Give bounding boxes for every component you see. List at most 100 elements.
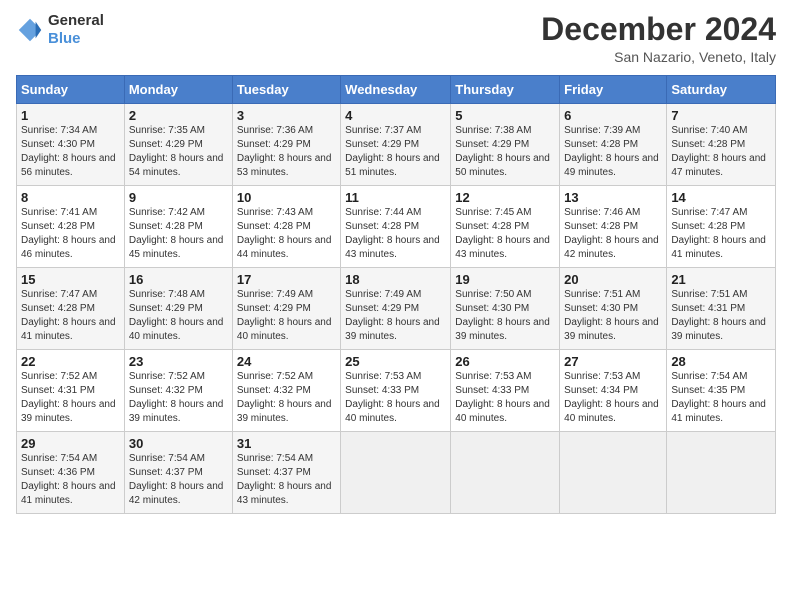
day-info: Sunrise: 7:52 AM Sunset: 4:32 PM Dayligh… bbox=[237, 370, 336, 426]
day-number: 29 bbox=[21, 436, 120, 451]
title-block: December 2024 San Nazario, Veneto, Italy bbox=[541, 12, 776, 65]
table-row bbox=[451, 432, 560, 514]
location: San Nazario, Veneto, Italy bbox=[541, 49, 776, 65]
day-number: 16 bbox=[129, 272, 228, 287]
table-row: 13Sunrise: 7:46 AM Sunset: 4:28 PM Dayli… bbox=[560, 186, 667, 268]
day-number: 25 bbox=[345, 354, 446, 369]
calendar-row: 22Sunrise: 7:52 AM Sunset: 4:31 PM Dayli… bbox=[17, 350, 776, 432]
day-number: 5 bbox=[455, 108, 555, 123]
day-number: 6 bbox=[564, 108, 662, 123]
table-row: 30Sunrise: 7:54 AM Sunset: 4:37 PM Dayli… bbox=[124, 432, 232, 514]
day-info: Sunrise: 7:53 AM Sunset: 4:34 PM Dayligh… bbox=[564, 370, 662, 426]
page-container: General Blue December 2024 San Nazario, … bbox=[0, 0, 792, 522]
table-row: 16Sunrise: 7:48 AM Sunset: 4:29 PM Dayli… bbox=[124, 268, 232, 350]
day-info: Sunrise: 7:38 AM Sunset: 4:29 PM Dayligh… bbox=[455, 124, 555, 180]
day-number: 31 bbox=[237, 436, 336, 451]
table-row: 8Sunrise: 7:41 AM Sunset: 4:28 PM Daylig… bbox=[17, 186, 125, 268]
table-row bbox=[667, 432, 776, 514]
day-info: Sunrise: 7:48 AM Sunset: 4:29 PM Dayligh… bbox=[129, 288, 228, 344]
day-number: 17 bbox=[237, 272, 336, 287]
col-monday: Monday bbox=[124, 76, 232, 104]
table-row: 3Sunrise: 7:36 AM Sunset: 4:29 PM Daylig… bbox=[232, 104, 340, 186]
day-number: 8 bbox=[21, 190, 120, 205]
day-number: 23 bbox=[129, 354, 228, 369]
day-number: 2 bbox=[129, 108, 228, 123]
table-row: 17Sunrise: 7:49 AM Sunset: 4:29 PM Dayli… bbox=[232, 268, 340, 350]
table-row: 25Sunrise: 7:53 AM Sunset: 4:33 PM Dayli… bbox=[341, 350, 451, 432]
day-number: 15 bbox=[21, 272, 120, 287]
day-info: Sunrise: 7:46 AM Sunset: 4:28 PM Dayligh… bbox=[564, 206, 662, 262]
table-row: 26Sunrise: 7:53 AM Sunset: 4:33 PM Dayli… bbox=[451, 350, 560, 432]
day-info: Sunrise: 7:52 AM Sunset: 4:31 PM Dayligh… bbox=[21, 370, 120, 426]
day-info: Sunrise: 7:42 AM Sunset: 4:28 PM Dayligh… bbox=[129, 206, 228, 262]
calendar-row: 1Sunrise: 7:34 AM Sunset: 4:30 PM Daylig… bbox=[17, 104, 776, 186]
day-info: Sunrise: 7:35 AM Sunset: 4:29 PM Dayligh… bbox=[129, 124, 228, 180]
day-number: 3 bbox=[237, 108, 336, 123]
day-info: Sunrise: 7:40 AM Sunset: 4:28 PM Dayligh… bbox=[671, 124, 771, 180]
table-row: 24Sunrise: 7:52 AM Sunset: 4:32 PM Dayli… bbox=[232, 350, 340, 432]
day-info: Sunrise: 7:45 AM Sunset: 4:28 PM Dayligh… bbox=[455, 206, 555, 262]
day-number: 28 bbox=[671, 354, 771, 369]
table-row: 21Sunrise: 7:51 AM Sunset: 4:31 PM Dayli… bbox=[667, 268, 776, 350]
table-row bbox=[560, 432, 667, 514]
day-number: 7 bbox=[671, 108, 771, 123]
calendar-table: Sunday Monday Tuesday Wednesday Thursday… bbox=[16, 75, 776, 514]
logo-icon bbox=[16, 16, 44, 44]
day-info: Sunrise: 7:51 AM Sunset: 4:31 PM Dayligh… bbox=[671, 288, 771, 344]
header: General Blue December 2024 San Nazario, … bbox=[16, 12, 776, 65]
day-info: Sunrise: 7:53 AM Sunset: 4:33 PM Dayligh… bbox=[455, 370, 555, 426]
table-row: 12Sunrise: 7:45 AM Sunset: 4:28 PM Dayli… bbox=[451, 186, 560, 268]
table-row: 14Sunrise: 7:47 AM Sunset: 4:28 PM Dayli… bbox=[667, 186, 776, 268]
table-row: 27Sunrise: 7:53 AM Sunset: 4:34 PM Dayli… bbox=[560, 350, 667, 432]
day-number: 12 bbox=[455, 190, 555, 205]
day-number: 9 bbox=[129, 190, 228, 205]
day-number: 27 bbox=[564, 354, 662, 369]
table-row: 2Sunrise: 7:35 AM Sunset: 4:29 PM Daylig… bbox=[124, 104, 232, 186]
day-number: 20 bbox=[564, 272, 662, 287]
col-wednesday: Wednesday bbox=[341, 76, 451, 104]
table-row: 15Sunrise: 7:47 AM Sunset: 4:28 PM Dayli… bbox=[17, 268, 125, 350]
table-row: 6Sunrise: 7:39 AM Sunset: 4:28 PM Daylig… bbox=[560, 104, 667, 186]
calendar-row: 15Sunrise: 7:47 AM Sunset: 4:28 PM Dayli… bbox=[17, 268, 776, 350]
col-friday: Friday bbox=[560, 76, 667, 104]
day-number: 30 bbox=[129, 436, 228, 451]
day-info: Sunrise: 7:53 AM Sunset: 4:33 PM Dayligh… bbox=[345, 370, 446, 426]
table-row: 4Sunrise: 7:37 AM Sunset: 4:29 PM Daylig… bbox=[341, 104, 451, 186]
table-row: 5Sunrise: 7:38 AM Sunset: 4:29 PM Daylig… bbox=[451, 104, 560, 186]
day-number: 14 bbox=[671, 190, 771, 205]
table-row: 20Sunrise: 7:51 AM Sunset: 4:30 PM Dayli… bbox=[560, 268, 667, 350]
day-number: 22 bbox=[21, 354, 120, 369]
month-title: December 2024 bbox=[541, 12, 776, 47]
day-number: 13 bbox=[564, 190, 662, 205]
table-row: 29Sunrise: 7:54 AM Sunset: 4:36 PM Dayli… bbox=[17, 432, 125, 514]
day-number: 19 bbox=[455, 272, 555, 287]
day-info: Sunrise: 7:49 AM Sunset: 4:29 PM Dayligh… bbox=[237, 288, 336, 344]
day-number: 11 bbox=[345, 190, 446, 205]
day-info: Sunrise: 7:47 AM Sunset: 4:28 PM Dayligh… bbox=[671, 206, 771, 262]
day-info: Sunrise: 7:41 AM Sunset: 4:28 PM Dayligh… bbox=[21, 206, 120, 262]
day-number: 10 bbox=[237, 190, 336, 205]
table-row: 28Sunrise: 7:54 AM Sunset: 4:35 PM Dayli… bbox=[667, 350, 776, 432]
day-number: 18 bbox=[345, 272, 446, 287]
calendar-row: 8Sunrise: 7:41 AM Sunset: 4:28 PM Daylig… bbox=[17, 186, 776, 268]
logo-text: General Blue bbox=[48, 12, 104, 48]
day-number: 24 bbox=[237, 354, 336, 369]
day-info: Sunrise: 7:34 AM Sunset: 4:30 PM Dayligh… bbox=[21, 124, 120, 180]
day-number: 26 bbox=[455, 354, 555, 369]
day-info: Sunrise: 7:54 AM Sunset: 4:35 PM Dayligh… bbox=[671, 370, 771, 426]
day-number: 21 bbox=[671, 272, 771, 287]
col-sunday: Sunday bbox=[17, 76, 125, 104]
table-row: 9Sunrise: 7:42 AM Sunset: 4:28 PM Daylig… bbox=[124, 186, 232, 268]
calendar-row: 29Sunrise: 7:54 AM Sunset: 4:36 PM Dayli… bbox=[17, 432, 776, 514]
day-info: Sunrise: 7:37 AM Sunset: 4:29 PM Dayligh… bbox=[345, 124, 446, 180]
table-row: 11Sunrise: 7:44 AM Sunset: 4:28 PM Dayli… bbox=[341, 186, 451, 268]
col-thursday: Thursday bbox=[451, 76, 560, 104]
col-tuesday: Tuesday bbox=[232, 76, 340, 104]
table-row: 19Sunrise: 7:50 AM Sunset: 4:30 PM Dayli… bbox=[451, 268, 560, 350]
table-row: 23Sunrise: 7:52 AM Sunset: 4:32 PM Dayli… bbox=[124, 350, 232, 432]
table-row bbox=[341, 432, 451, 514]
day-info: Sunrise: 7:49 AM Sunset: 4:29 PM Dayligh… bbox=[345, 288, 446, 344]
table-row: 1Sunrise: 7:34 AM Sunset: 4:30 PM Daylig… bbox=[17, 104, 125, 186]
table-row: 10Sunrise: 7:43 AM Sunset: 4:28 PM Dayli… bbox=[232, 186, 340, 268]
day-info: Sunrise: 7:54 AM Sunset: 4:37 PM Dayligh… bbox=[237, 452, 336, 508]
